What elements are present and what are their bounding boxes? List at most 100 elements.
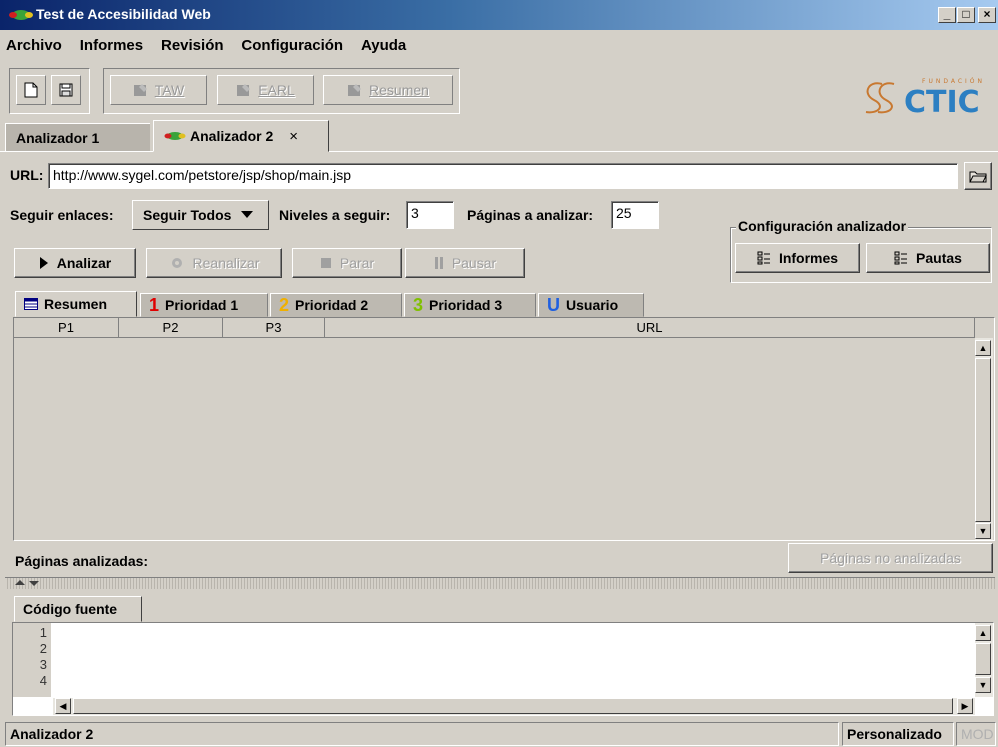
reanalizar-button[interactable]: Reanalizar xyxy=(146,248,282,278)
scroll-up-button[interactable]: ▲ xyxy=(975,340,991,356)
open-folder-button[interactable] xyxy=(964,162,992,190)
analizar-button[interactable]: Analizar xyxy=(14,248,136,278)
analyzer-config-title: Configuración analizador xyxy=(736,218,909,234)
play-icon xyxy=(39,257,48,269)
menu-archivo[interactable]: Archivo xyxy=(6,37,62,54)
table-icon xyxy=(24,298,38,310)
scroll-down-button[interactable]: ▼ xyxy=(975,523,991,539)
earl-label: EARL xyxy=(258,82,295,98)
line-number: 1 xyxy=(39,625,47,640)
pautas-config-button[interactable]: Pautas xyxy=(866,243,990,273)
tab-label: Analizador 2 xyxy=(190,128,274,144)
pausar-button[interactable]: Pausar xyxy=(405,248,525,278)
scroll-thumb[interactable] xyxy=(975,643,991,675)
scroll-right-button[interactable]: ▶ xyxy=(957,698,973,714)
menu-revision[interactable]: Revisión xyxy=(161,37,224,54)
levels-input[interactable]: 3 xyxy=(406,201,454,229)
line-number: 4 xyxy=(39,673,47,688)
tab-analizador-1[interactable]: Analizador 1 xyxy=(5,123,150,151)
report-icon xyxy=(133,84,147,96)
reanalizar-label: Reanalizar xyxy=(192,255,260,271)
resumen-report-button[interactable]: Resumen xyxy=(323,75,453,105)
menu-informes[interactable]: Informes xyxy=(80,37,143,54)
parar-button[interactable]: Parar xyxy=(292,248,402,278)
new-document-icon xyxy=(24,82,38,98)
scroll-thumb[interactable] xyxy=(975,358,991,522)
tab-label: Analizador 1 xyxy=(16,129,100,146)
collapse-arrows-icon[interactable] xyxy=(13,579,43,587)
pautas-label: Pautas xyxy=(916,250,962,266)
priority-2-icon: 2 xyxy=(279,294,290,315)
folder-icon xyxy=(969,171,987,183)
source-code-panel: 1 2 3 4 ▲ ▼ ◀ ▶ xyxy=(12,622,994,716)
source-horizontal-scrollbar[interactable]: ◀ ▶ xyxy=(53,698,975,715)
not-analyzed-pages-button[interactable]: Páginas no analizadas xyxy=(788,543,993,573)
scroll-thumb[interactable] xyxy=(73,698,953,714)
tab-resumen[interactable]: Resumen xyxy=(15,291,137,317)
levels-label: Niveles a seguir: xyxy=(279,207,391,223)
earl-report-button[interactable]: EARL xyxy=(217,75,314,105)
menu-bar: Archivo Informes Revisión Configuración … xyxy=(0,37,410,61)
status-mod: MOD xyxy=(956,722,996,746)
url-label: URL: xyxy=(10,167,44,183)
maximize-button[interactable]: □ xyxy=(957,7,975,23)
tab-prioridad-2[interactable]: 2 Prioridad 2 xyxy=(270,293,402,317)
column-header-p2[interactable]: P2 xyxy=(119,318,223,338)
results-scrollbar[interactable]: ▲ ▼ xyxy=(975,338,993,540)
line-number: 2 xyxy=(39,641,47,656)
app-logo-icon xyxy=(9,10,33,20)
tab-codigo-fuente[interactable]: Código fuente xyxy=(14,596,142,622)
pages-input[interactable]: 25 xyxy=(611,201,659,229)
save-button[interactable] xyxy=(51,75,81,105)
chevron-down-icon xyxy=(241,211,254,218)
pages-label: Páginas a analizar: xyxy=(467,207,594,223)
tab-analizador-2[interactable]: Analizador 2 × xyxy=(153,120,329,152)
logo-ctic-text: CTIC xyxy=(904,85,980,120)
list-settings-icon xyxy=(894,251,908,265)
pause-icon xyxy=(434,257,443,269)
tab-label: Prioridad 3 xyxy=(429,297,503,313)
column-header-p1[interactable]: P1 xyxy=(14,318,119,338)
new-button[interactable] xyxy=(16,75,46,105)
source-vertical-scrollbar[interactable]: ▲ ▼ xyxy=(975,623,993,697)
informes-label: Informes xyxy=(778,250,839,266)
split-pane-divider[interactable] xyxy=(5,577,995,589)
informes-config-button[interactable]: Informes xyxy=(735,243,860,273)
column-header-url[interactable]: URL xyxy=(325,318,975,338)
analyzer-tab-icon xyxy=(164,132,186,140)
analizar-label: Analizar xyxy=(56,255,112,271)
menu-configuracion[interactable]: Configuración xyxy=(241,37,343,54)
floppy-save-icon xyxy=(59,83,73,97)
tab-label: Resumen xyxy=(44,296,108,312)
resumen-label: Resumen xyxy=(369,82,429,98)
scroll-left-button[interactable]: ◀ xyxy=(55,698,71,714)
column-header-p3[interactable]: P3 xyxy=(223,318,325,338)
follow-links-label: Seguir enlaces: xyxy=(10,207,114,223)
line-number-gutter: 1 2 3 4 xyxy=(13,623,51,697)
url-input[interactable]: http://www.sygel.com/petstore/jsp/shop/m… xyxy=(48,163,958,189)
close-window-button[interactable]: × xyxy=(978,7,996,23)
source-code-editor[interactable] xyxy=(53,623,973,697)
priority-1-icon: 1 xyxy=(149,294,160,315)
tab-label: Usuario xyxy=(566,297,619,313)
close-tab-icon[interactable]: × xyxy=(289,128,298,145)
stop-icon xyxy=(320,258,331,268)
report-icon xyxy=(237,84,251,96)
tab-label: Código fuente xyxy=(23,601,118,617)
tab-prioridad-1[interactable]: 1 Prioridad 1 xyxy=(140,293,268,317)
pausar-label: Pausar xyxy=(451,255,497,271)
status-analyzer: Analizador 2 xyxy=(5,722,839,746)
menu-ayuda[interactable]: Ayuda xyxy=(361,37,406,54)
analyzed-pages-label: Páginas analizadas: xyxy=(15,553,149,569)
minimize-button[interactable]: _ xyxy=(938,7,956,23)
follow-links-select[interactable]: Seguir Todos xyxy=(132,200,269,230)
follow-links-value: Seguir Todos xyxy=(143,207,232,223)
priority-3-icon: 3 xyxy=(413,294,424,315)
scroll-up-button[interactable]: ▲ xyxy=(975,625,991,641)
tab-prioridad-3[interactable]: 3 Prioridad 3 xyxy=(404,293,536,317)
tab-label: Prioridad 2 xyxy=(295,297,369,313)
tab-usuario[interactable]: U Usuario xyxy=(538,293,644,317)
scroll-down-button[interactable]: ▼ xyxy=(975,677,991,693)
taw-report-button[interactable]: TAW xyxy=(110,75,207,105)
parar-label: Parar xyxy=(339,255,375,271)
